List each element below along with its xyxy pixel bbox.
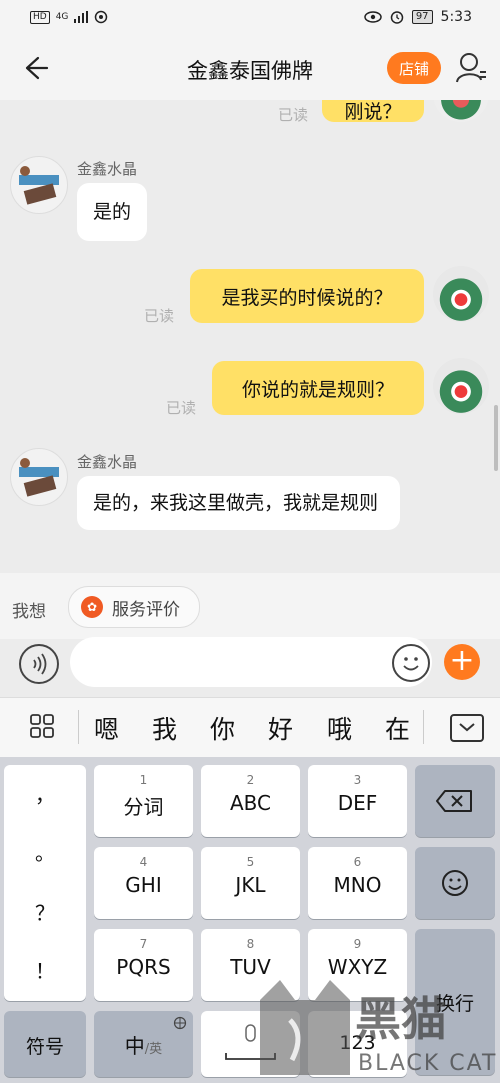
key-label: JKL [235,873,266,897]
sync-icon [95,10,108,24]
key-number: 4 [139,855,148,869]
message-input[interactable] [70,637,432,687]
emoji-key[interactable] [415,847,495,919]
smiley-icon [442,870,468,896]
grid-menu-icon[interactable] [30,714,54,738]
candidate-word[interactable]: 在 [385,710,410,746]
message-text: 是我买的时候说的？ [221,286,393,309]
backspace-icon [436,790,472,812]
key-label: GHI [125,873,162,897]
message-text: 你说的就是规则？ [241,378,394,401]
read-status: 已读 [144,307,175,325]
key-2[interactable]: 2 ABC [201,765,300,837]
read-status: 已读 [166,399,197,417]
my-avatar[interactable] [433,100,489,122]
key-label: ABC [229,791,271,815]
key-number: 6 [353,855,362,869]
emoji-icon[interactable] [392,644,430,682]
shop-button[interactable]: 店铺 [387,52,441,84]
candidate-divider [423,710,424,744]
message-bubble-in[interactable]: 是的，来我这里做壳，我就是规则 [77,476,400,530]
key-label: MNO [333,873,382,897]
symbols-key-label: 符号 [25,1036,64,1058]
battery-icon: 97 [411,10,433,24]
key-number: 5 [246,855,255,869]
sender-name: 金鑫水晶 [77,160,138,178]
candidate-word[interactable]: 我 [152,710,177,746]
punct-key[interactable]: ？ [4,897,86,926]
punctuation-column[interactable]: ， 。 ？ ！ [4,765,86,1001]
backspace-key[interactable] [415,765,495,837]
message-text: 刚说？ [344,100,402,123]
chat-area[interactable]: 已读 刚说？ 金鑫水晶 是的 已读 是我买的时候说的？ 已读 你说的就是规则？ … [0,100,500,573]
chat-scrollbar[interactable] [494,405,498,471]
key-5[interactable]: 5 JKL [201,847,300,919]
ime-candidate-bar [0,697,500,758]
black-cat-logo [260,980,350,1075]
key-number: 7 [139,937,148,951]
symbols-key[interactable]: 符号 [4,1011,86,1077]
punct-key[interactable]: ！ [4,955,86,984]
user-profile-icon[interactable] [454,50,488,86]
flower-icon: ✿ [81,596,103,618]
key-label: 分词 [123,795,164,819]
message-text: 是的 [93,201,132,223]
lang-main: 中 [124,1034,145,1058]
seller-avatar[interactable] [10,448,68,506]
message-bubble-in[interactable]: 是的 [77,183,148,241]
my-avatar[interactable] [433,358,489,414]
watermark: 黑猫 BLACK CAT [250,975,500,1083]
message-bubble-out[interactable]: 你说的就是规则？ [212,361,424,415]
quick-label: 我想 [12,602,46,622]
message-text: 是的，来我这里做壳，我就是规则 [93,492,379,514]
seller-avatar-image [19,166,59,205]
candidate-word[interactable]: 好 [268,710,293,746]
seller-avatar[interactable] [10,156,68,214]
key-7[interactable]: 7 PQRS [94,929,193,1001]
voice-input-icon[interactable] [19,644,59,684]
seller-avatar-image [19,458,59,497]
key-4[interactable]: 4 GHI [94,847,193,919]
globe-icon [173,1016,187,1030]
network-label: 4G [55,12,69,22]
candidate-word[interactable]: 哦 [327,710,352,746]
service-review-chip[interactable]: ✿ 服务评价 [68,586,200,628]
candidate-word[interactable]: 你 [210,710,235,746]
punct-key[interactable]: ， [4,779,86,808]
key-1[interactable]: 1 分词 [94,765,193,837]
language-key-label: 中/英 [94,1030,193,1059]
message-bubble-out[interactable]: 刚说？ [322,100,424,123]
message-bubble-out[interactable]: 是我买的时候说的？ [190,269,424,323]
service-review-label: 服务评价 [112,599,180,620]
key-number: 9 [353,937,362,951]
signal-icon [74,11,89,23]
alarm-icon [390,11,404,24]
plus-icon[interactable]: + [444,644,480,680]
candidate-divider [78,710,79,744]
key-number: 8 [246,937,255,951]
punct-key[interactable]: 。 [4,837,86,866]
key-label: DEF [337,791,378,815]
keyboard-hide-icon[interactable] [450,714,484,742]
watermark-en: BLACK CAT [358,1051,498,1076]
language-key[interactable]: 中/英 [94,1011,193,1077]
status-bar: HD 4G 97 5:33 [0,0,500,36]
read-status: 已读 [278,106,309,124]
key-number: 3 [353,773,362,787]
eye-icon [364,11,382,23]
candidate-word[interactable]: 嗯 [94,710,119,746]
key-6[interactable]: 6 MNO [308,847,407,919]
watermark-cn: 黑猫 [355,992,447,1046]
hd-icon: HD [30,10,50,24]
key-label: PQRS [116,955,171,979]
key-3[interactable]: 3 DEF [308,765,407,837]
sender-name: 金鑫水晶 [77,453,138,471]
lang-alt: /英 [144,1042,163,1057]
clock: 5:33 [440,9,472,25]
my-avatar[interactable] [433,266,489,322]
key-number: 2 [246,773,255,787]
key-number: 1 [139,773,148,787]
